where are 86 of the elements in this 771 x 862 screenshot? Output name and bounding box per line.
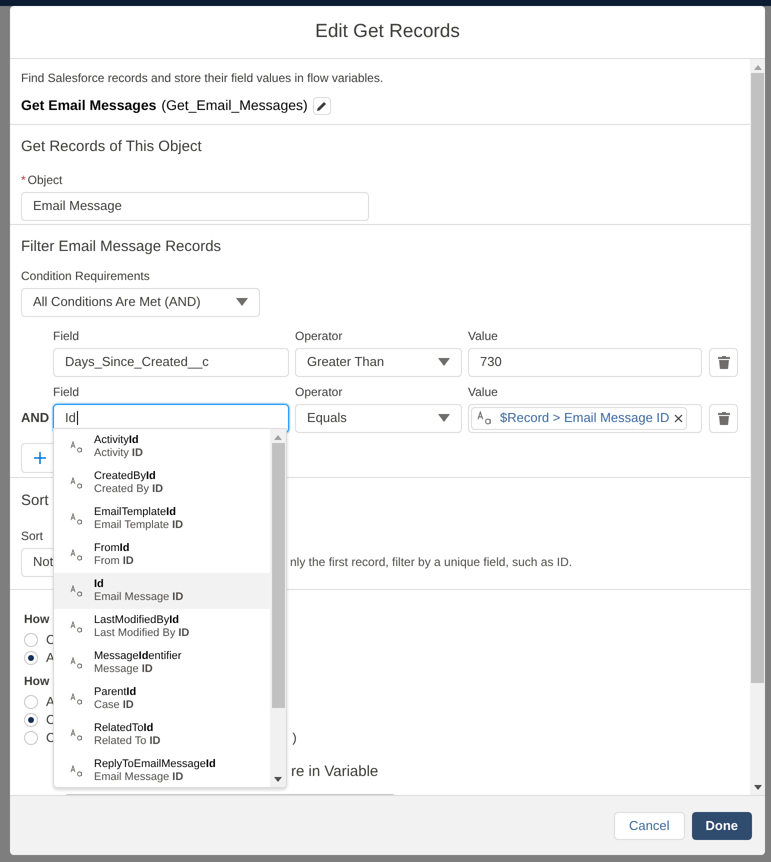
- item-sublabel: Email Message ID: [94, 591, 184, 604]
- item-sublabel: Email Message ID: [94, 771, 184, 784]
- item-label: CreatedById: [94, 470, 157, 483]
- question-label: How: [24, 611, 50, 628]
- requirements-select[interactable]: All Conditions Are Met (AND): [21, 288, 260, 316]
- text-type-icon: [70, 477, 84, 489]
- item-label: Id: [94, 578, 105, 591]
- dropdown-item[interactable]: Id Email Message ID: [54, 573, 270, 609]
- radio-label: ): [292, 729, 297, 748]
- caret-icon: [236, 298, 248, 306]
- section-heading: re in Variable: [291, 762, 378, 782]
- item-sublabel: Email Template ID: [94, 519, 184, 532]
- trash-icon: [718, 356, 730, 368]
- object-field[interactable]: Email Message: [21, 192, 369, 220]
- field-label: Operator: [295, 384, 344, 400]
- item-label: ActivityId: [94, 434, 140, 447]
- scroll-thumb[interactable]: [272, 443, 284, 708]
- text-type-icon: [70, 657, 84, 669]
- text-type-icon: [70, 621, 84, 633]
- item-label: MessageIdentifier: [94, 650, 182, 663]
- item-label: ParentId: [94, 686, 136, 699]
- text-type-icon: [70, 513, 84, 525]
- scroll-down-icon[interactable]: [274, 777, 282, 782]
- radio-button[interactable]: [24, 695, 38, 709]
- caret-icon: [438, 358, 450, 366]
- dropdown-item[interactable]: ActivityId Activity ID: [54, 429, 270, 465]
- item-label: LastModifiedById: [94, 614, 180, 627]
- field-label: Operator: [295, 328, 344, 344]
- cancel-button[interactable]: Cancel: [614, 812, 684, 840]
- section-heading: Sort: [21, 491, 49, 511]
- radio-button[interactable]: [24, 713, 38, 727]
- element-api-name: (Get_Email_Messages): [161, 96, 308, 115]
- required-mark: *: [21, 172, 26, 188]
- and-label: AND: [21, 409, 50, 428]
- field-input[interactable]: Days_Since_Created__c: [53, 348, 289, 376]
- item-label: RelatedToId: [94, 722, 154, 735]
- field-label: Condition Requirements: [21, 268, 151, 284]
- operator-select[interactable]: Greater Than: [295, 348, 462, 376]
- text-type-icon: [70, 441, 84, 453]
- field-label: Sort: [21, 528, 44, 544]
- item-label: EmailTemplateId: [94, 506, 177, 519]
- field-label: Field: [53, 328, 80, 344]
- section-heading: Get Records of This Object: [21, 137, 203, 157]
- edit-button[interactable]: [312, 96, 331, 114]
- scroll-down-icon[interactable]: [754, 785, 762, 790]
- radio-button[interactable]: [24, 731, 38, 745]
- close-icon[interactable]: [674, 414, 684, 422]
- item-sublabel: Activity ID: [94, 447, 143, 460]
- item-sublabel: Last Modified By ID: [94, 627, 190, 640]
- text-type-icon: [70, 549, 84, 561]
- delete-button[interactable]: [709, 404, 738, 432]
- plus-icon: [34, 452, 46, 464]
- item-sublabel: Message ID: [94, 663, 154, 676]
- item-sublabel: Related To ID: [94, 735, 160, 748]
- text-type-icon: [70, 585, 84, 597]
- value-pill[interactable]: $Record > Email Message ID: [471, 406, 688, 430]
- radio-button[interactable]: [24, 651, 38, 665]
- hint-text: nly the first record, filter by a unique field, such as ID.: [290, 554, 572, 571]
- item-sublabel: Created By ID: [94, 483, 164, 496]
- element-label: Get Email Messages: [21, 96, 156, 115]
- field-label: Field: [53, 384, 80, 400]
- dropdown-item[interactable]: ReplyToEmailMessageId Email Message ID: [54, 753, 270, 787]
- text-type-icon: [70, 693, 84, 705]
- scroll-thumb[interactable]: [751, 73, 764, 683]
- value-field[interactable]: $Record > Email Message ID: [468, 404, 702, 432]
- question-label: How: [24, 673, 50, 690]
- section-heading: Filter Email Message Records: [21, 237, 222, 257]
- done-button[interactable]: Done: [692, 812, 752, 840]
- item-label: ReplyToEmailMessageId: [94, 758, 216, 771]
- text-type-icon: [70, 765, 84, 777]
- caret-icon: [438, 414, 450, 422]
- trash-icon: [718, 412, 730, 424]
- pencil-icon: [316, 100, 327, 110]
- field-label: Value: [468, 328, 499, 344]
- field-label: Value: [468, 384, 499, 400]
- modal-title: Edit Get Records: [315, 20, 460, 44]
- radio-button[interactable]: [24, 633, 38, 647]
- value-field[interactable]: 730: [468, 348, 702, 376]
- operator-select[interactable]: Equals: [295, 404, 462, 432]
- item-sublabel: From ID: [94, 555, 134, 568]
- description-text: Find Salesforce records and store their field values in flow variables.: [21, 70, 384, 87]
- field-label: Object: [28, 172, 62, 188]
- item-sublabel: Case ID: [94, 699, 135, 712]
- text-type-icon: [70, 729, 84, 741]
- delete-button[interactable]: [709, 348, 738, 376]
- item-label: FromId: [94, 542, 130, 555]
